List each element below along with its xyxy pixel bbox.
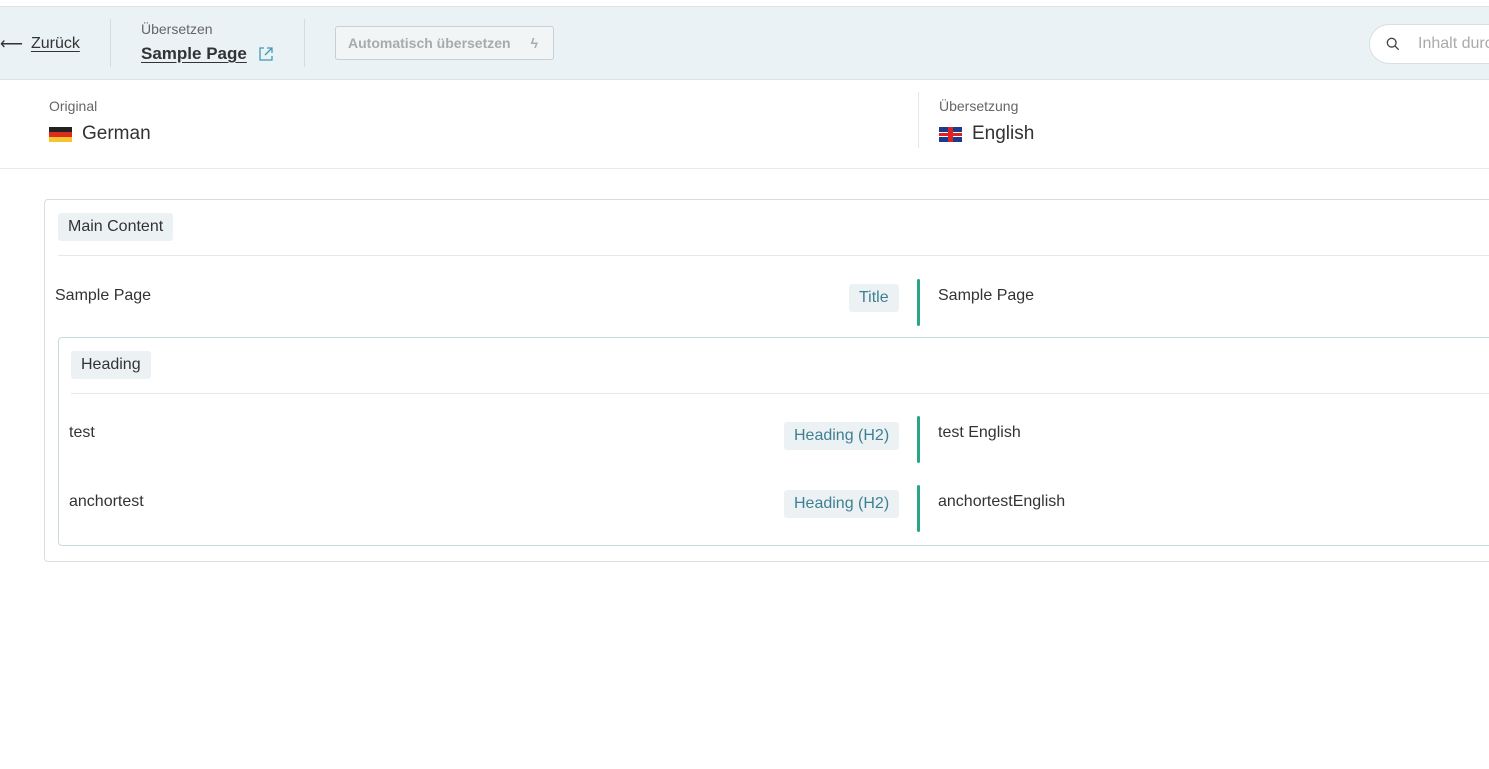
- translation-field[interactable]: Sample Page: [938, 287, 1034, 305]
- original-label: Original: [49, 98, 98, 114]
- divider: [58, 255, 1489, 256]
- translation-status-bar: [917, 416, 920, 463]
- source-text: Sample Page: [55, 287, 152, 304]
- divider: [71, 393, 1489, 394]
- divider: [918, 92, 919, 148]
- lightning-icon: ϟ: [530, 35, 539, 51]
- uk-flag-icon: [939, 126, 962, 142]
- translation-status-bar: [917, 485, 920, 532]
- breadcrumb-label: Übersetzen: [141, 21, 213, 37]
- divider: [110, 19, 111, 67]
- translation-field[interactable]: test English: [938, 424, 1021, 442]
- german-flag-icon: [49, 126, 72, 142]
- section-tag: Main Content: [58, 213, 174, 241]
- page-title-link[interactable]: Sample Page: [141, 44, 247, 64]
- top-toolbar: ⟵ Zurück Übersetzen Sample Page Automati…: [0, 6, 1489, 80]
- field-type-badge: Heading (H2): [784, 422, 900, 450]
- external-link-icon[interactable]: [258, 46, 274, 62]
- auto-translate-button[interactable]: Automatisch übersetzen ϟ: [335, 26, 554, 60]
- source-text: anchortest: [69, 493, 144, 510]
- translation-field[interactable]: anchortestEnglish: [938, 493, 1065, 511]
- arrow-left-icon: ⟵: [0, 36, 23, 53]
- search-icon: [1386, 37, 1400, 51]
- section-heading: [58, 337, 1489, 546]
- translation-label: Übersetzung: [939, 98, 1019, 114]
- field-type-badge: Title: [849, 284, 899, 312]
- language-bar: Original German Übersetzung English: [0, 80, 1489, 169]
- translation-status-bar: [917, 279, 920, 326]
- search-input[interactable]: [1418, 35, 1489, 53]
- field-type-badge: Heading (H2): [784, 490, 900, 518]
- source-text: test: [69, 424, 95, 441]
- translation-language: English: [939, 123, 1034, 145]
- back-link[interactable]: ⟵ Zurück: [0, 34, 80, 54]
- search-box[interactable]: [1369, 24, 1489, 64]
- divider: [304, 19, 305, 67]
- original-language: German: [49, 123, 151, 145]
- section-tag: Heading: [71, 351, 151, 379]
